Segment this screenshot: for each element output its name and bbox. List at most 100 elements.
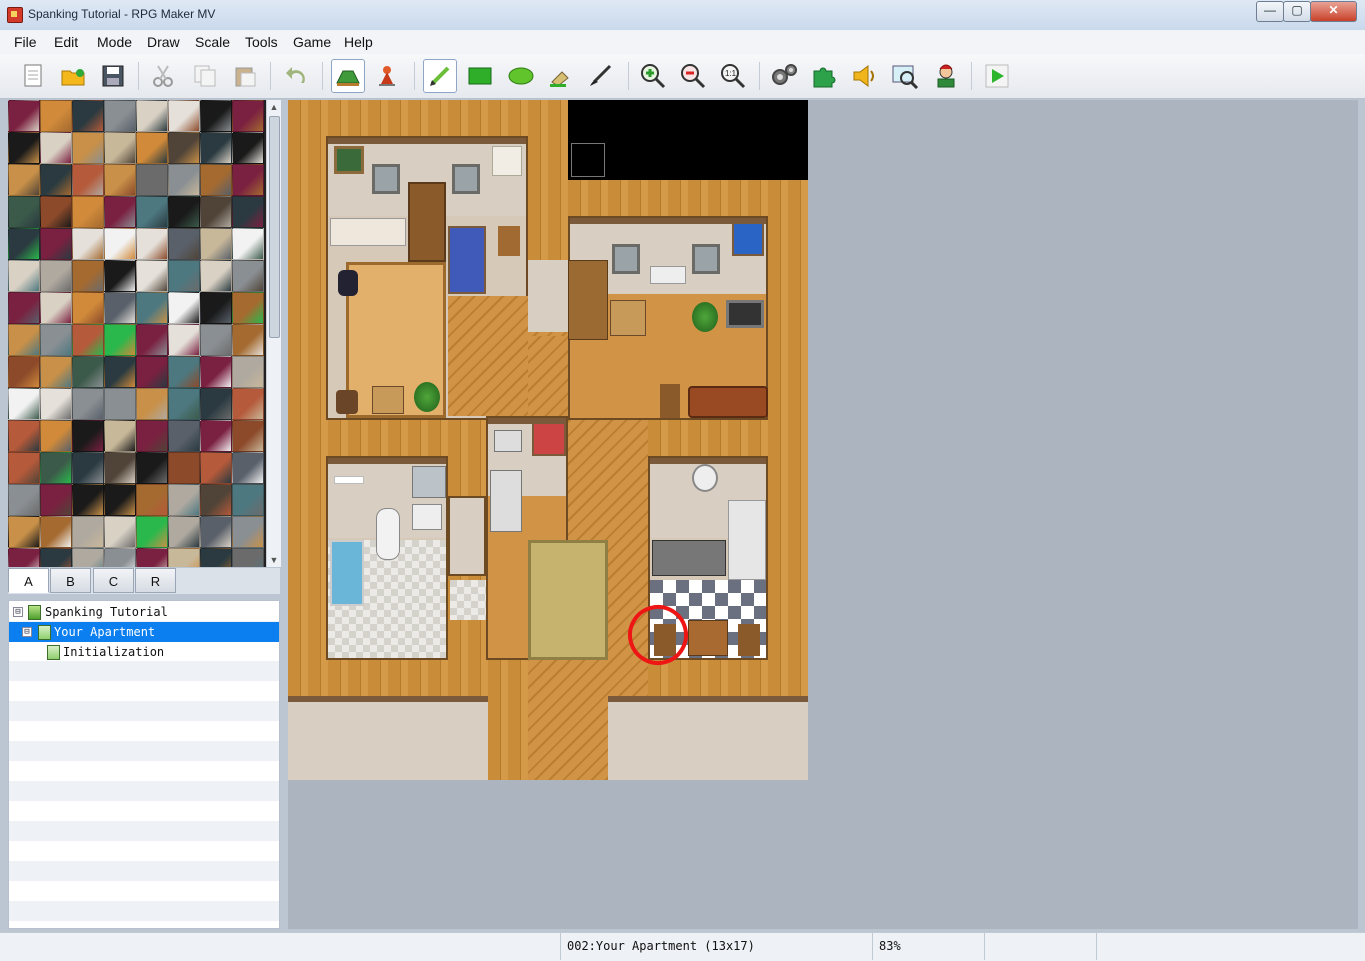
map-canvas[interactable] [288,100,1358,929]
zoom-in-icon[interactable] [636,59,670,93]
tab-r[interactable]: R [135,568,176,593]
tileset-tile[interactable] [136,324,168,356]
tileset-tile[interactable] [200,292,232,324]
tileset-tile[interactable] [8,324,40,356]
tileset-tile[interactable] [136,388,168,420]
pencil-icon[interactable] [423,59,457,93]
tileset-tile[interactable] [232,420,264,452]
tileset-tile[interactable] [72,388,104,420]
tileset-tile[interactable] [72,516,104,548]
map-your-apartment[interactable] [288,100,808,780]
tileset-tile[interactable] [136,228,168,260]
tileset-tile[interactable] [136,420,168,452]
tileset-tile[interactable] [8,484,40,516]
tileset-tile[interactable] [8,164,40,196]
tileset-tile[interactable] [232,324,264,356]
tileset-tile[interactable] [104,324,136,356]
tileset-tile[interactable] [200,516,232,548]
scroll-up-icon[interactable]: ▲ [267,100,281,114]
tree-item-your-apartment[interactable]: ⊟ Your Apartment [9,622,279,642]
tileset-tile[interactable] [168,420,200,452]
tileset-tile[interactable] [72,484,104,516]
collapse-toggle-icon[interactable]: ⊟ [22,627,32,637]
tileset-tile[interactable] [8,388,40,420]
tab-a[interactable]: A [8,568,49,593]
tileset-tile[interactable] [232,292,264,324]
paste-icon[interactable] [228,59,262,93]
tileset-tile[interactable] [8,452,40,484]
tileset-tile[interactable] [168,164,200,196]
tileset-tile[interactable] [200,228,232,260]
scroll-thumb[interactable] [269,116,280,338]
tileset-tile[interactable] [40,356,72,388]
event-mode-icon[interactable] [370,59,404,93]
tileset-tile[interactable] [232,356,264,388]
scroll-down-icon[interactable]: ▼ [267,553,281,567]
database-icon[interactable] [767,59,801,93]
tileset-tile[interactable] [168,548,200,567]
tileset-tile[interactable] [72,260,104,292]
tileset-tile[interactable] [232,452,264,484]
sound-test-icon[interactable] [848,59,882,93]
shadow-pen-icon[interactable] [584,59,618,93]
tileset-tile[interactable] [72,548,104,567]
tileset-tile[interactable] [104,548,136,567]
tree-item-project[interactable]: ⊟ Spanking Tutorial [9,602,279,622]
map-mode-icon[interactable] [331,59,365,93]
tileset-tile[interactable] [168,228,200,260]
tileset-tile[interactable] [200,548,232,567]
tileset-scrollbar[interactable]: ▲ ▼ [266,100,281,567]
tileset-tile[interactable] [72,420,104,452]
minimize-button[interactable]: — [1256,1,1284,22]
menu-game[interactable]: Game [293,34,331,50]
cut-icon[interactable] [146,59,180,93]
tileset-tile[interactable] [136,132,168,164]
tileset-tile[interactable] [104,420,136,452]
copy-icon[interactable] [188,59,222,93]
menu-tools[interactable]: Tools [245,34,278,50]
tileset-tile[interactable] [200,100,232,132]
tileset-palette[interactable] [8,100,266,567]
tileset-tile[interactable] [104,164,136,196]
tileset-tile[interactable] [136,452,168,484]
tileset-tile[interactable] [136,356,168,388]
tileset-tile[interactable] [8,356,40,388]
menu-scale[interactable]: Scale [195,34,230,50]
tileset-tile[interactable] [104,292,136,324]
tileset-tile[interactable] [40,324,72,356]
zoom-out-icon[interactable] [676,59,710,93]
tab-c[interactable]: C [93,568,134,593]
save-project-icon[interactable] [96,59,130,93]
tileset-tile[interactable] [168,516,200,548]
tileset-tile[interactable] [168,196,200,228]
tileset-tile[interactable] [40,452,72,484]
tileset-tile[interactable] [232,100,264,132]
tileset-tile[interactable] [168,324,200,356]
tileset-tile[interactable] [136,196,168,228]
tileset-tile[interactable] [8,292,40,324]
tileset-tile[interactable] [232,484,264,516]
collapse-toggle-icon[interactable]: ⊟ [13,607,23,617]
tileset-tile[interactable] [104,388,136,420]
tileset-tile[interactable] [72,356,104,388]
tileset-tile[interactable] [232,228,264,260]
tileset-tile[interactable] [200,324,232,356]
tileset-tile[interactable] [232,260,264,292]
undo-icon[interactable] [280,59,314,93]
character-generator-icon[interactable] [929,59,963,93]
tileset-tile[interactable] [40,132,72,164]
tileset-tile[interactable] [136,260,168,292]
tileset-tile[interactable] [104,228,136,260]
tileset-tile[interactable] [232,388,264,420]
tileset-tile[interactable] [40,164,72,196]
tileset-tile[interactable] [104,516,136,548]
tileset-tile[interactable] [72,324,104,356]
tileset-tile[interactable] [168,388,200,420]
tileset-tile[interactable] [72,228,104,260]
tileset-tile[interactable] [8,132,40,164]
menu-draw[interactable]: Draw [147,34,180,50]
fill-icon[interactable] [544,59,578,93]
tileset-tile[interactable] [136,516,168,548]
tileset-tile[interactable] [168,356,200,388]
tileset-tile[interactable] [232,164,264,196]
